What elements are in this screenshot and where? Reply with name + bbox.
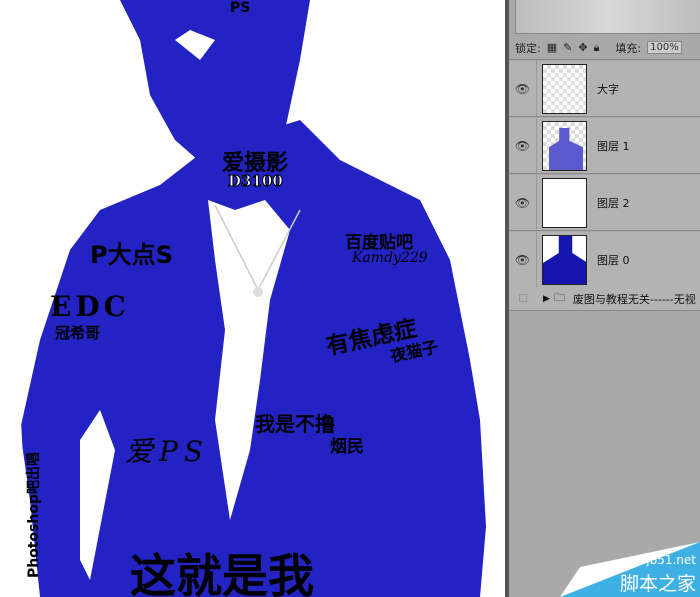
lock-label: 锁定: [515,41,541,55]
layer-thumbnail [542,63,587,114]
text-this-is-me: 这就是我 [130,549,314,597]
layer-row[interactable]: 👁︎ 大字 [509,61,700,117]
text-love-ps: 爱PS [125,435,210,468]
folder-icon: 🗀 [553,291,565,304]
text-no-smoke: 我是不撸 [255,412,335,436]
layer-thumbnail [542,120,587,171]
layer-group[interactable]: ☐ ▶ 🗀 废图与教程无关------无视 [509,287,700,311]
document-canvas[interactable]: PS 爱摄影 D3100 P大点S 百度贴吧 Kamdy229 EDC 冠希哥 … [0,0,505,597]
visibility-toggle[interactable]: ☐ [509,292,537,305]
lock-paint-icon[interactable]: ✎ [563,41,572,54]
lock-move-icon[interactable]: ✥ [578,41,587,54]
lock-row: 锁定: ▦ ✎ ✥ 🔒︎ 填充: 100% [509,36,700,60]
text-vertical: Photoshop吧出唱 [26,451,43,579]
layer-name: 图层 2 [597,196,630,210]
text-camera: D3100 [228,172,284,191]
eye-icon[interactable]: 👁︎ [509,61,537,116]
text-guanxi: 冠希哥 [55,324,101,342]
layers-panel: 锁定: ▦ ✎ ✥ 🔒︎ 填充: 100% 👁︎ 大字 👁︎ 图层 1 👁︎ 图… [505,0,700,597]
eye-icon[interactable]: 👁︎ [509,175,537,230]
group-name: 废图与教程无关------无视 [572,292,696,306]
lock-transparency-icon[interactable]: ▦ [547,41,557,54]
eye-icon[interactable]: 👁︎ [509,118,537,173]
watermark-name: 脚本之家 [619,573,696,595]
fill-label: 填充: [615,41,642,55]
text-kamdy: Kamdy229 [352,250,428,266]
watermark: jb51.net 脚本之家 [560,537,700,597]
lock-all-icon[interactable]: 🔒︎ [594,41,600,55]
fill-input[interactable]: 100% [647,41,682,54]
text-p-big: P大点S [90,241,173,269]
layer-name: 大字 [597,82,619,96]
blend-mode-area[interactable] [515,0,700,34]
layer-name: 图层 1 [597,139,630,153]
text-edc: EDC [50,290,130,323]
layer-row[interactable]: 👁︎ 图层 2 [509,175,700,231]
watermark-url: jb51.net [646,553,696,567]
text-ps: PS [230,0,251,16]
layer-row[interactable]: 👁︎ 图层 1 [509,118,700,174]
text-smoker: 烟民 [330,437,364,457]
eye-icon[interactable]: 👁︎ [509,232,537,287]
layer-thumbnail [542,234,587,285]
expand-arrow-icon[interactable]: ▶ [543,294,550,304]
layer-thumbnail [542,177,587,228]
layer-row[interactable]: 👁︎ 图层 0 [509,232,700,288]
layer-name: 图层 0 [597,253,630,267]
